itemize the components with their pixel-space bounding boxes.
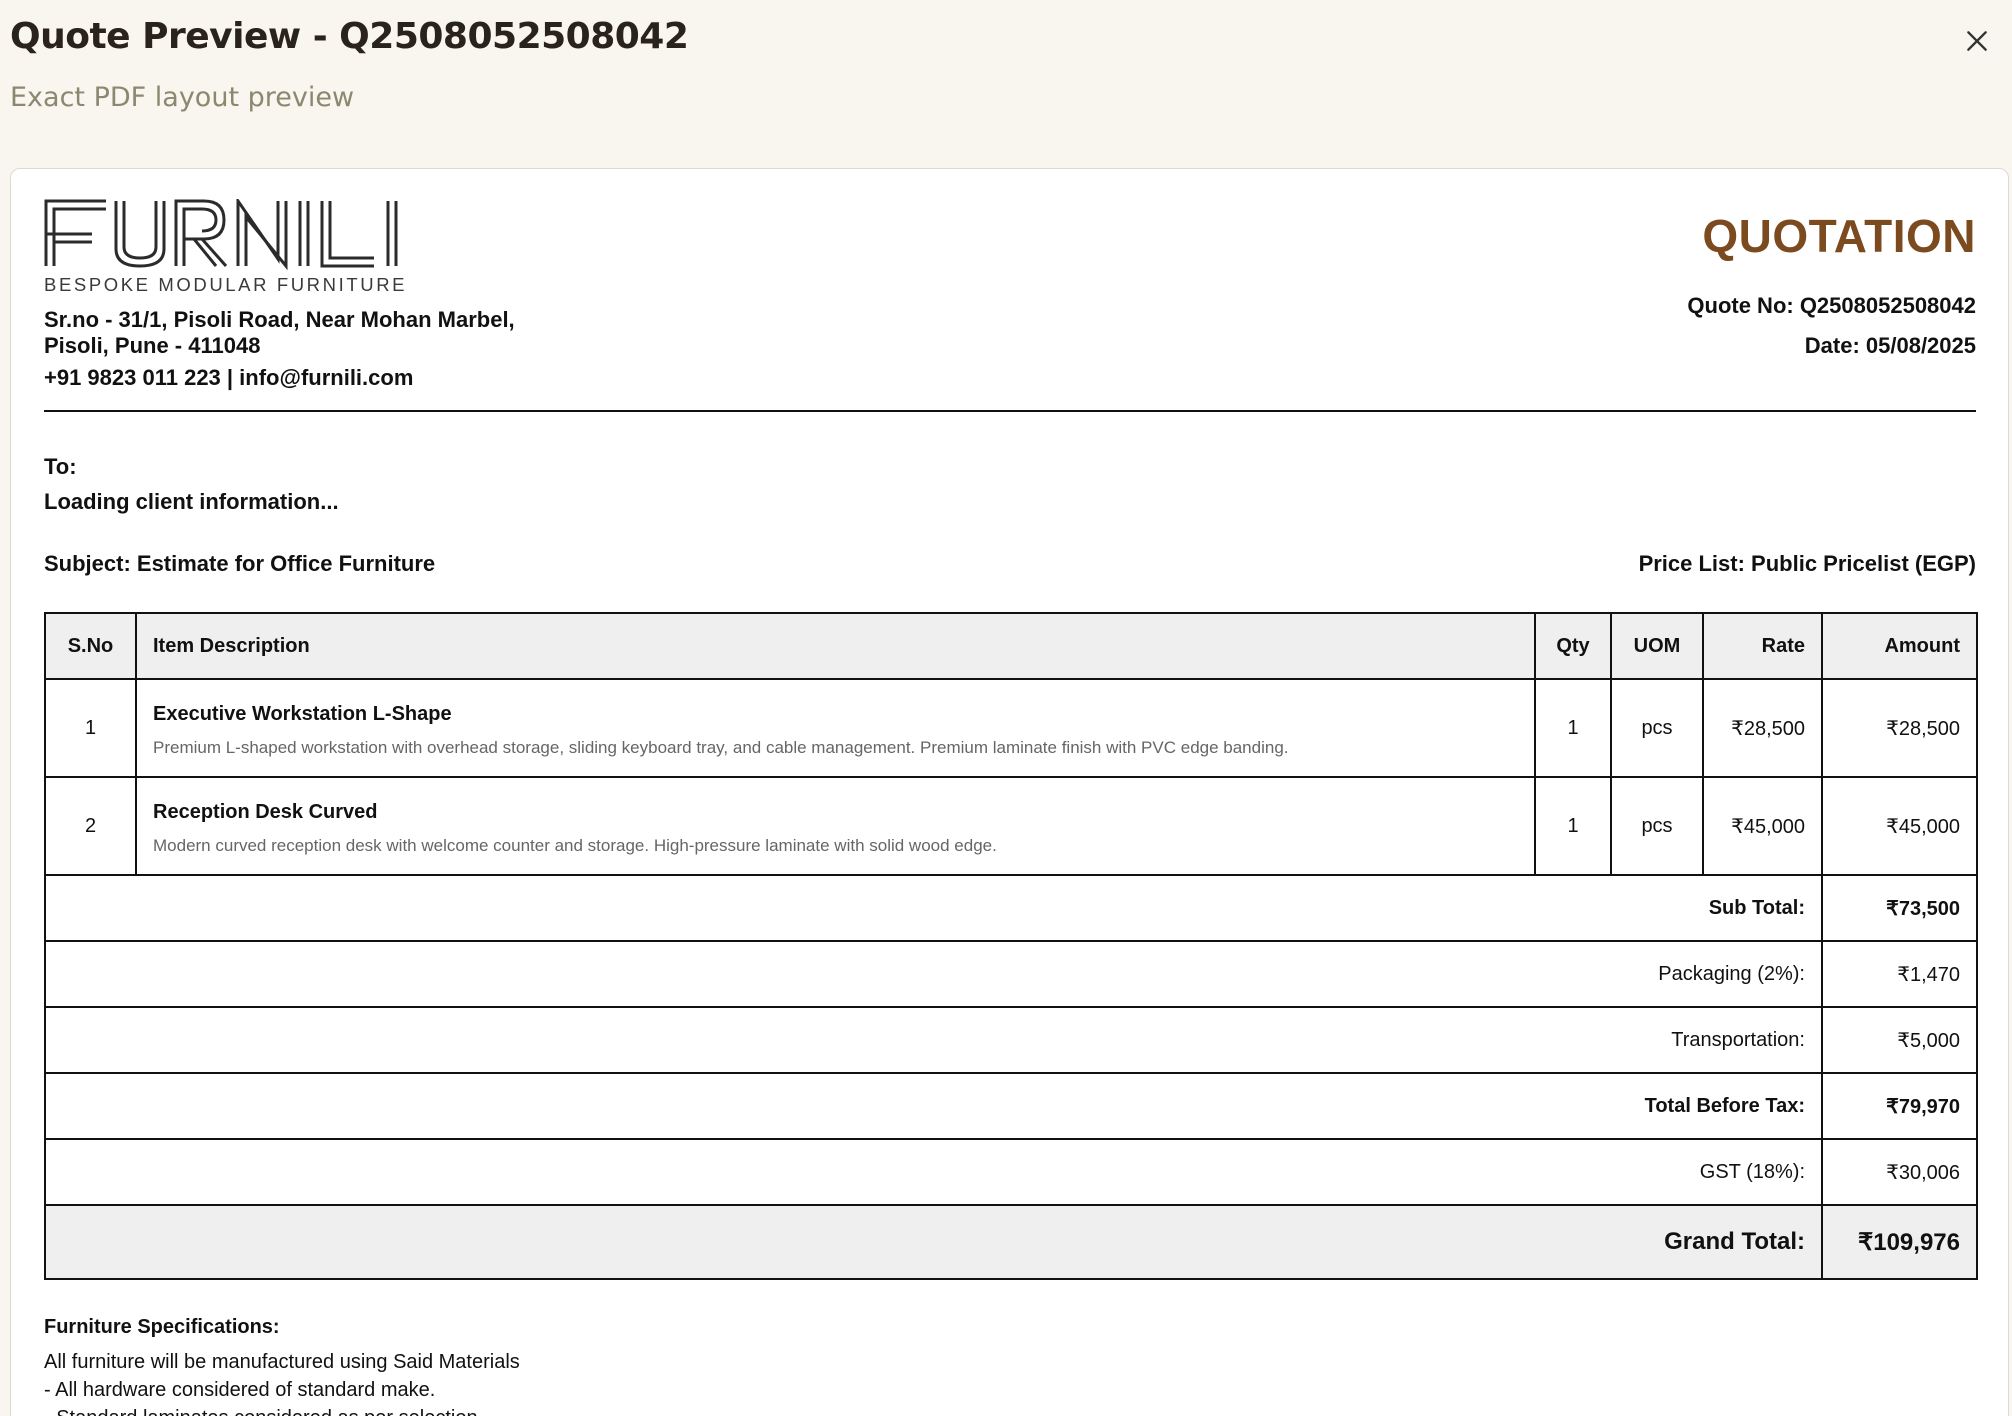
modal-title: Quote Preview - Q2508052508042 [10,16,689,57]
address-line-2: Pisoli, Pune - 411048 [44,333,261,358]
subtotal-value: ₹73,500 [1821,874,1978,942]
transportation-label: Transportation: [44,1006,1823,1074]
packaging-label: Packaging (2%): [44,940,1823,1008]
specifications-line: - All hardware considered of standard ma… [44,1379,436,1401]
items-table: S.No Item Description Qty UOM Rate Amoun… [44,612,1978,1280]
transportation-row: Transportation: ₹5,000 [44,1006,1978,1074]
subtotal-label: Sub Total: [44,874,1823,942]
gst-row: GST (18%): ₹30,006 [44,1138,1978,1206]
modal-subtitle: Exact PDF layout preview [10,82,355,113]
transportation-value: ₹5,000 [1821,1006,1978,1074]
row-description: Executive Workstation L-Shape Premium L-… [135,678,1536,778]
row-rate: ₹28,500 [1702,678,1823,778]
before-tax-row: Total Before Tax: ₹79,970 [44,1072,1978,1140]
close-button[interactable] [1956,20,1998,62]
row-amount: ₹45,000 [1821,776,1978,876]
header-rate: Rate [1702,612,1823,680]
header-sno: S.No [44,612,137,680]
header-divider [44,410,1976,412]
subtotal-row: Sub Total: ₹73,500 [44,874,1978,942]
logo-tagline: BESPOKE MODULAR FURNITURE [44,274,408,295]
row-uom: pcs [1610,678,1704,778]
gst-value: ₹30,006 [1821,1138,1978,1206]
grand-total-value: ₹109,976 [1821,1204,1978,1280]
header-description: Item Description [135,612,1536,680]
table-row: 1 Executive Workstation L-Shape Premium … [44,678,1978,778]
row-qty: 1 [1534,776,1612,876]
before-tax-label: Total Before Tax: [44,1072,1823,1140]
quote-date: Date: 05/08/2025 [1804,333,1976,358]
grand-total-label: Grand Total: [44,1204,1823,1280]
close-icon [1967,31,1987,51]
company-address: Sr.no - 31/1, Pisoli Road, Near Mohan Ma… [44,307,644,359]
price-list: Price List: Public Pricelist (EGP) [1638,551,1976,576]
client-info: Loading client information... [44,489,339,514]
header-qty: Qty [1534,612,1612,680]
row-description: Reception Desk Curved Modern curved rece… [135,776,1536,876]
item-note: Premium L-shaped workstation with overhe… [153,737,1289,757]
pdf-preview-page[interactable]: BESPOKE MODULAR FURNITURE Sr.no - 31/1, … [10,168,2009,1416]
header-uom: UOM [1610,612,1704,680]
modal-header: Quote Preview - Q2508052508042 Exact PDF… [0,0,2012,168]
before-tax-value: ₹79,970 [1821,1072,1978,1140]
specifications-line: - Standard laminates considered as per s… [44,1407,483,1416]
row-amount: ₹28,500 [1821,678,1978,778]
row-rate: ₹45,000 [1702,776,1823,876]
document-title: QUOTATION [1702,210,1976,262]
specifications-line: All furniture will be manufactured using… [44,1351,520,1373]
packaging-value: ₹1,470 [1821,940,1978,1008]
packaging-row: Packaging (2%): ₹1,470 [44,940,1978,1008]
item-name: Reception Desk Curved [153,800,378,823]
to-label: To: [44,454,77,479]
table-row: 2 Reception Desk Curved Modern curved re… [44,776,1978,876]
specifications-title: Furniture Specifications: [44,1316,280,1338]
row-uom: pcs [1610,776,1704,876]
header-amount: Amount [1821,612,1978,680]
grand-total-row: Grand Total: ₹109,976 [44,1204,1978,1280]
row-qty: 1 [1534,678,1612,778]
quote-number: Quote No: Q2508052508042 [1687,293,1976,318]
company-contact: +91 9823 011 223 | info@furnili.com [44,365,414,390]
quote-subject: Subject: Estimate for Office Furniture [44,551,436,576]
table-header-row: S.No Item Description Qty UOM Rate Amoun… [44,612,1978,680]
address-line-1: Sr.no - 31/1, Pisoli Road, Near Mohan Ma… [44,307,515,332]
row-sno: 1 [44,678,137,778]
row-sno: 2 [44,776,137,876]
item-note: Modern curved reception desk with welcom… [153,835,997,855]
item-name: Executive Workstation L-Shape [153,702,452,725]
gst-label: GST (18%): [44,1138,1823,1206]
